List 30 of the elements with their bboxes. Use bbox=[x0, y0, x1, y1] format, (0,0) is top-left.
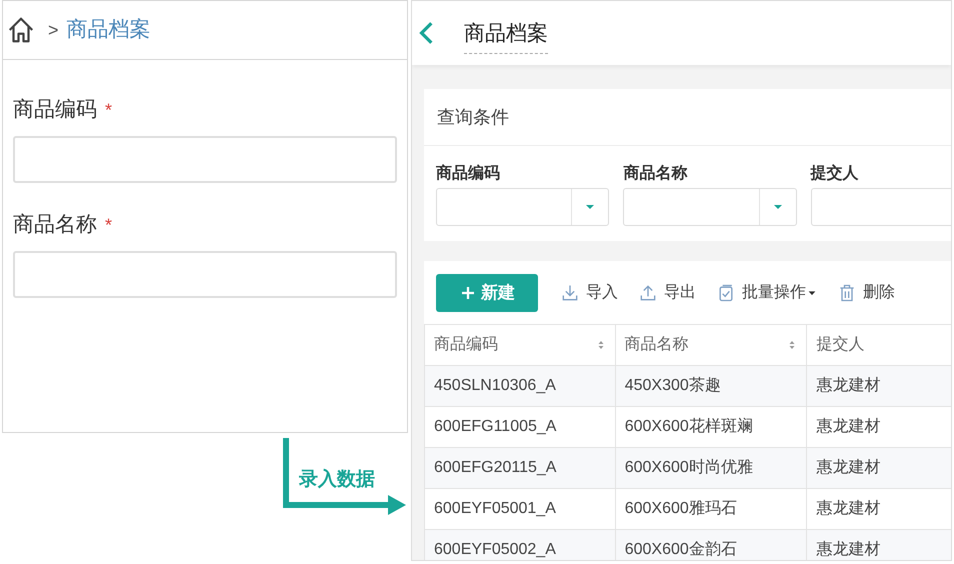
header-label: 商品名称 bbox=[624, 334, 689, 355]
header-label: 商品编码 bbox=[434, 334, 498, 355]
toolbar-button[interactable]: 删除 bbox=[837, 274, 895, 312]
download-icon bbox=[560, 282, 580, 302]
dropdown-field[interactable] bbox=[623, 188, 797, 226]
field-label: 商品编码 bbox=[13, 97, 97, 124]
section-title: 查询条件 bbox=[437, 106, 509, 128]
filter-label: 商品名称 bbox=[623, 163, 688, 184]
dropdown-field[interactable] bbox=[436, 188, 610, 226]
menu-button[interactable]: 批量操作 bbox=[716, 274, 817, 312]
breadcrumb-separator: > bbox=[48, 18, 59, 42]
text-input[interactable] bbox=[13, 136, 397, 183]
required-mark: * bbox=[105, 98, 112, 122]
filter-label: 商品编码 bbox=[436, 163, 501, 184]
required-mark: * bbox=[105, 214, 112, 236]
breadcrumb-current[interactable]: 商品档案 bbox=[66, 14, 151, 46]
text-input[interactable] bbox=[13, 251, 397, 298]
callout-label: 录入数据 bbox=[299, 468, 375, 492]
header-label: 提交人 bbox=[816, 334, 864, 355]
toolbar-button[interactable]: 导入 bbox=[560, 274, 618, 312]
field-label: 商品名称 bbox=[13, 212, 97, 238]
column-header[interactable]: 商品名称 bbox=[615, 324, 807, 366]
upload-icon bbox=[638, 282, 658, 302]
text-field[interactable] bbox=[810, 188, 951, 226]
table-cell: 600EYF05002_A bbox=[424, 530, 616, 560]
column-header[interactable]: 商品编码 bbox=[424, 324, 616, 366]
home-icon[interactable] bbox=[6, 15, 36, 45]
filter-label: 提交人 bbox=[810, 163, 860, 184]
page-title: 商品档案 bbox=[464, 18, 548, 54]
toolbar-button[interactable]: 导出 bbox=[638, 274, 696, 312]
